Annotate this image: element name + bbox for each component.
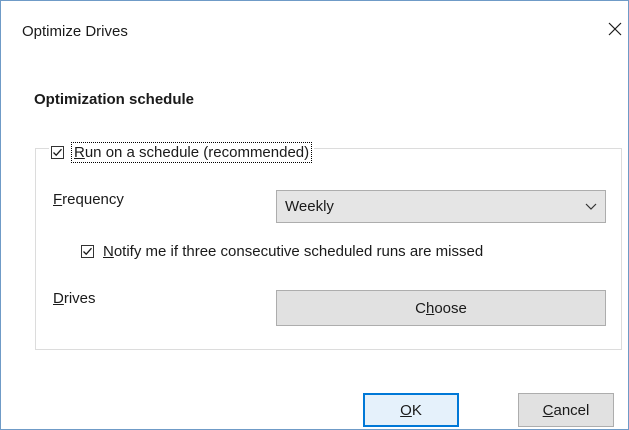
close-button[interactable]: [602, 15, 628, 43]
notify-label: Notify me if three consecutive scheduled…: [103, 243, 484, 260]
title-bar: Optimize Drives: [1, 1, 628, 63]
frequency-selected-value: Weekly: [285, 198, 334, 215]
chevron-down-icon: [585, 203, 597, 210]
checkbox-checked-icon[interactable]: [81, 245, 94, 258]
frequency-label: Frequency: [53, 191, 124, 208]
section-heading: Optimization schedule: [34, 91, 195, 108]
checkbox-checked-icon[interactable]: [51, 145, 64, 159]
choose-drives-button[interactable]: Choose: [276, 290, 606, 326]
frequency-dropdown[interactable]: Weekly: [276, 190, 606, 223]
dialog-footer: OK Cancel: [1, 375, 628, 429]
run-on-schedule-label: Run on a schedule (recommended): [70, 141, 313, 163]
optimize-drives-dialog: Optimize Drives Optimization schedule Ru…: [0, 0, 629, 430]
ok-button-label: OK: [400, 401, 422, 419]
ok-button[interactable]: OK: [363, 393, 459, 427]
cancel-button[interactable]: Cancel: [518, 393, 614, 427]
window-title: Optimize Drives: [22, 23, 128, 40]
close-icon: [608, 22, 622, 36]
choose-button-label: Choose: [415, 299, 467, 317]
cancel-button-label: Cancel: [542, 401, 590, 419]
run-on-schedule-checkbox[interactable]: Run on a schedule (recommended): [49, 139, 315, 165]
notify-missed-runs-checkbox[interactable]: Notify me if three consecutive scheduled…: [81, 243, 483, 260]
drives-label: Drives: [53, 290, 96, 307]
